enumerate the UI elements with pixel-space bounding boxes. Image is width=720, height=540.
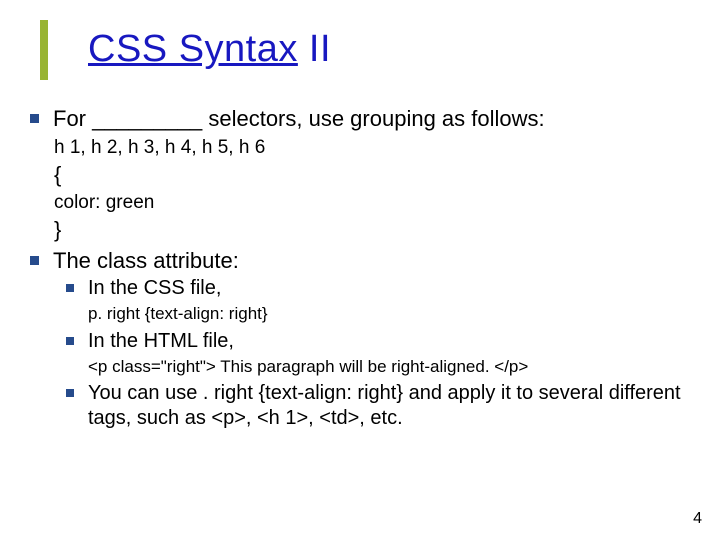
square-bullet-icon: [30, 114, 39, 123]
square-bullet-icon: [66, 337, 74, 345]
code-line: color: green: [54, 190, 700, 217]
title-underlined: CSS Syntax: [88, 28, 298, 70]
sub-bullet-2: In the HTML file,: [66, 329, 700, 354]
bullet-2: The class attribute:: [30, 247, 700, 275]
code-line: }: [54, 216, 700, 245]
sub-bullet-1-text: In the CSS file,: [88, 276, 221, 301]
square-bullet-icon: [66, 284, 74, 292]
square-bullet-icon: [30, 256, 39, 265]
title-plain: II: [298, 28, 331, 70]
sub-bullet-2-text: In the HTML file,: [88, 329, 234, 354]
page-number: 4: [693, 510, 702, 528]
bullet-2-text: The class attribute:: [53, 247, 239, 275]
sub-bullet-3-text: You can use . right {text-align: right} …: [88, 381, 700, 431]
sub-bullet-2-code: <p class="right"> This paragraph will be…: [88, 356, 700, 377]
code-block-1: h 1, h 2, h 3, h 4, h 5, h 6 { color: gr…: [54, 135, 700, 245]
code-line: h 1, h 2, h 3, h 4, h 5, h 6: [54, 135, 700, 162]
sub-bullets: In the CSS file, p. right {text-align: r…: [66, 276, 700, 431]
slide-title: CSS Syntax II: [88, 29, 331, 71]
sub-bullet-1-code: p. right {text-align: right}: [88, 303, 700, 324]
code-line: {: [54, 161, 700, 190]
bullet-1-text: For _________ selectors, use grouping as…: [53, 105, 545, 133]
bullet-1: For _________ selectors, use grouping as…: [30, 105, 700, 133]
square-bullet-icon: [66, 389, 74, 397]
title-block: CSS Syntax II: [40, 20, 331, 80]
slide-content: For _________ selectors, use grouping as…: [30, 105, 700, 433]
title-accent-bar: [40, 20, 48, 80]
sub-bullet-1: In the CSS file,: [66, 276, 700, 301]
slide: CSS Syntax II For _________ selectors, u…: [0, 0, 720, 540]
sub-bullet-3: You can use . right {text-align: right} …: [66, 381, 700, 431]
